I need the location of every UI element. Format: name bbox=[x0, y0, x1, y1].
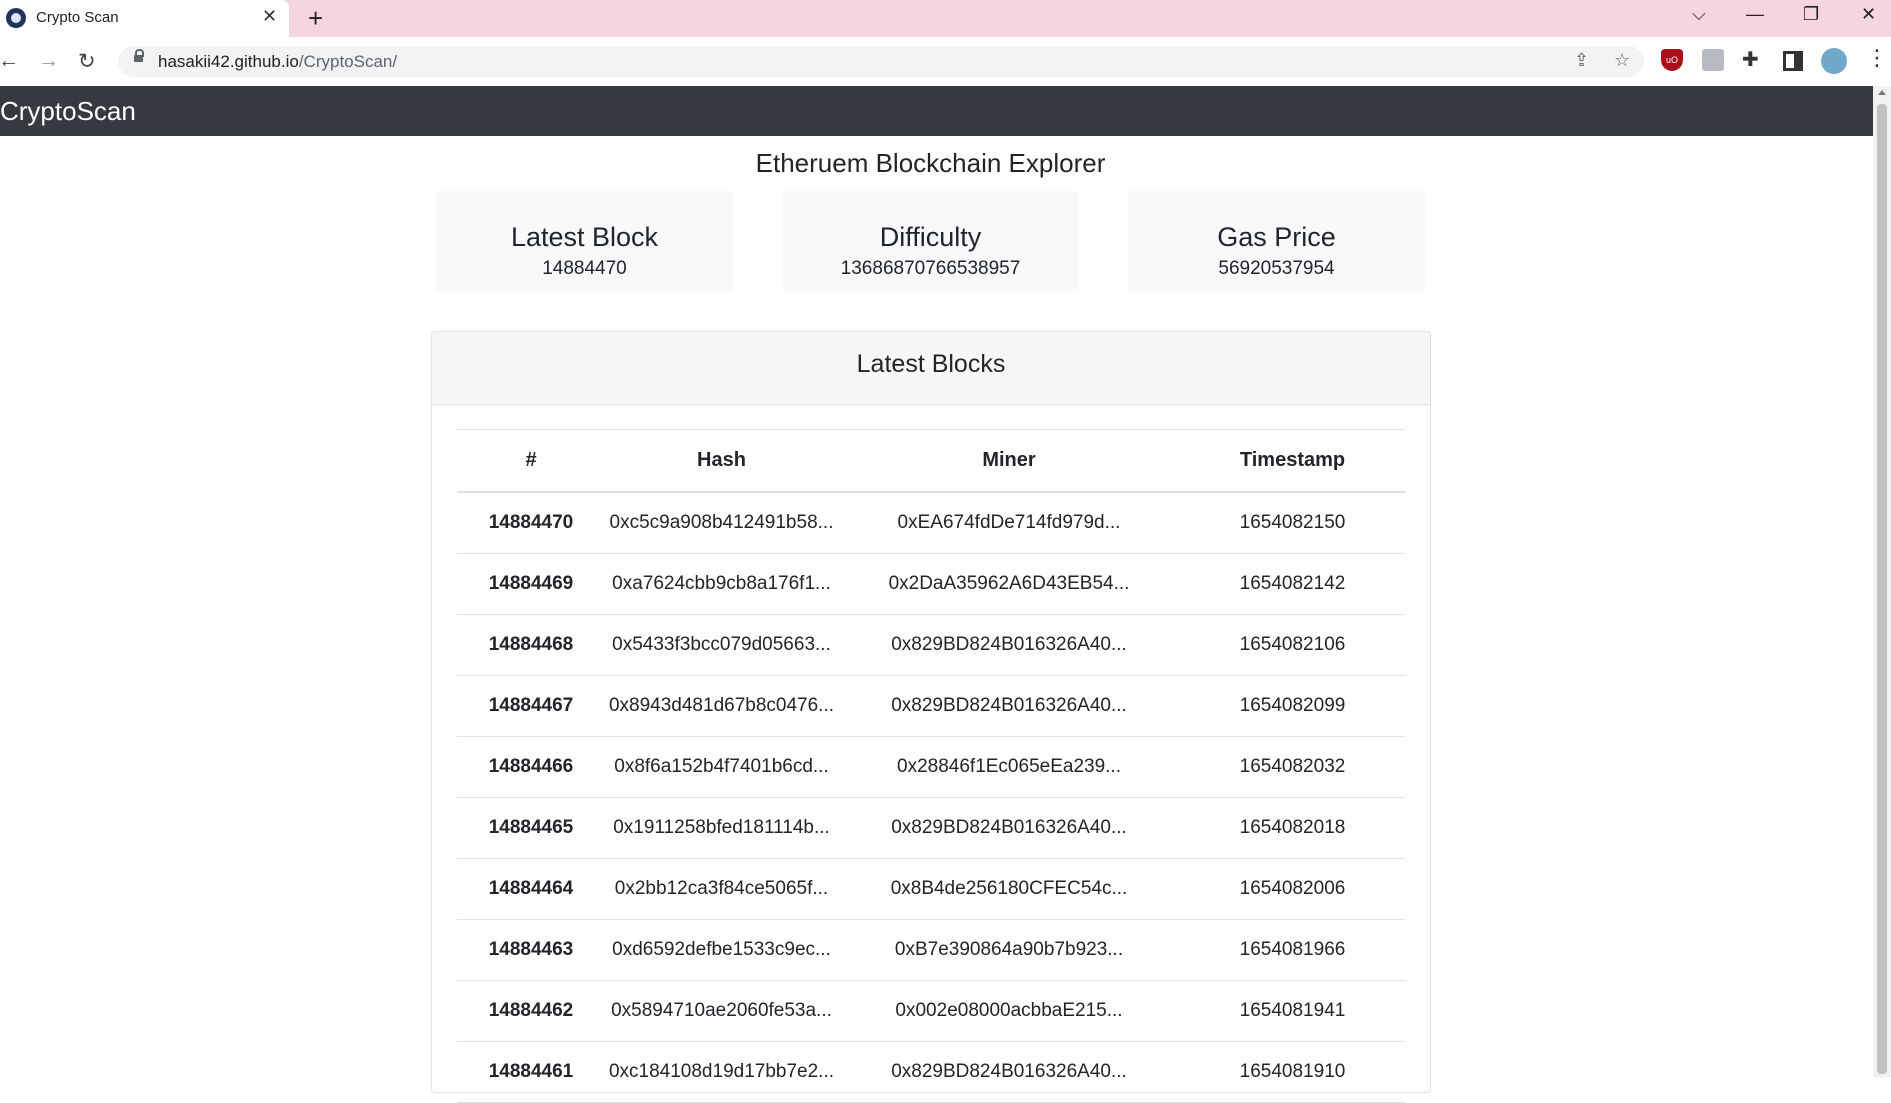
block-timestamp: 1654081910 bbox=[1180, 1041, 1405, 1103]
stat-difficulty: Difficulty 13686870766538957 bbox=[782, 191, 1079, 291]
table-row: 14884468 0x5433f3bcc079d05663... 0x829BD… bbox=[457, 614, 1405, 676]
latest-blocks-card: Latest Blocks # Hash Miner Timestamp 148… bbox=[431, 331, 1431, 1103]
block-timestamp: 1654082150 bbox=[1180, 492, 1405, 554]
stat-value: 13686870766538957 bbox=[840, 258, 1021, 279]
minimize-window-button[interactable]: — bbox=[1746, 4, 1764, 25]
close-window-button[interactable]: ✕ bbox=[1861, 4, 1876, 25]
block-timestamp: 1654081941 bbox=[1180, 980, 1405, 1042]
block-timestamp: 1654082032 bbox=[1180, 736, 1405, 798]
block-hash: 0xc184108d19d17bb7e2... bbox=[605, 1041, 838, 1103]
brand-logo-link[interactable]: CryptoScan bbox=[0, 96, 136, 127]
block-hash: 0x2bb12ca3f84ce5065f... bbox=[605, 858, 838, 920]
table-row: 14884467 0x8943d481d67b8c0476... 0x829BD… bbox=[457, 675, 1405, 737]
block-number: 14884469 bbox=[457, 553, 605, 615]
block-number: 14884468 bbox=[457, 614, 605, 676]
ublock-extension-icon[interactable]: uO bbox=[1661, 49, 1683, 71]
block-hash: 0x1911258bfed181114b... bbox=[605, 797, 838, 859]
browser-toolbar: ← → ↻ hasakii42.github.io/CryptoScan/ ⇪ … bbox=[0, 37, 1891, 86]
block-hash: 0xa7624cbb9cb8a176f1... bbox=[605, 553, 838, 615]
browser-tab-strip: Crypto Scan ✕ + ⌵ — ❐ ✕ bbox=[0, 0, 1891, 37]
block-miner: 0xEA674fdDe714fd979d... bbox=[838, 492, 1180, 554]
table-row: 14884470 0xc5c9a908b412491b58... 0xEA674… bbox=[457, 492, 1405, 554]
site-navbar: CryptoScan bbox=[0, 86, 1873, 136]
column-header-miner: Miner bbox=[838, 429, 1180, 493]
table-header-row: # Hash Miner Timestamp bbox=[457, 429, 1405, 493]
forward-arrow-icon[interactable]: → bbox=[38, 49, 59, 73]
block-number: 14884467 bbox=[457, 675, 605, 737]
scrollbar-thumb[interactable] bbox=[1877, 104, 1887, 1074]
reload-icon[interactable]: ↻ bbox=[78, 49, 96, 74]
block-hash: 0x5433f3bcc079d05663... bbox=[605, 614, 838, 676]
block-timestamp: 1654081966 bbox=[1180, 919, 1405, 981]
bookmark-star-icon[interactable]: ☆ bbox=[1614, 50, 1630, 71]
restore-window-button[interactable]: ❐ bbox=[1803, 4, 1819, 25]
table-row: 14884461 0xc184108d19d17bb7e2... 0x829BD… bbox=[457, 1041, 1405, 1103]
block-miner: 0x002e08000acbbaE215... bbox=[838, 980, 1180, 1042]
stat-label: Difficulty bbox=[879, 222, 982, 252]
table-row: 14884469 0xa7624cbb9cb8a176f1... 0x2DaA3… bbox=[457, 553, 1405, 615]
stat-value: 56920537954 bbox=[1218, 258, 1335, 279]
block-hash: 0xc5c9a908b412491b58... bbox=[605, 492, 838, 554]
share-icon[interactable]: ⇪ bbox=[1574, 50, 1589, 71]
side-panel-icon[interactable] bbox=[1783, 51, 1803, 71]
address-url[interactable]: hasakii42.github.io/CryptoScan/ bbox=[158, 52, 397, 72]
stat-value: 14884470 bbox=[542, 258, 627, 279]
table-row: 14884466 0x8f6a152b4f7401b6cd... 0x28846… bbox=[457, 736, 1405, 798]
block-miner: 0x28846f1Ec065eEa239... bbox=[838, 736, 1180, 798]
block-timestamp: 1654082142 bbox=[1180, 553, 1405, 615]
stat-latest-block: Latest Block 14884470 bbox=[436, 191, 733, 291]
block-number: 14884461 bbox=[457, 1041, 605, 1103]
address-bar[interactable]: hasakii42.github.io/CryptoScan/ ⇪ ☆ bbox=[118, 46, 1644, 77]
block-timestamp: 1654082106 bbox=[1180, 614, 1405, 676]
column-header-hash: Hash bbox=[605, 429, 838, 493]
page-scrollbar[interactable] bbox=[1873, 86, 1891, 1077]
scroll-up-arrow-icon[interactable] bbox=[1878, 90, 1886, 95]
browser-tab[interactable]: Crypto Scan ✕ bbox=[0, 0, 289, 37]
block-hash: 0x8943d481d67b8c0476... bbox=[605, 675, 838, 737]
block-number: 14884466 bbox=[457, 736, 605, 798]
block-number: 14884464 bbox=[457, 858, 605, 920]
lock-icon[interactable] bbox=[134, 49, 144, 62]
new-tab-button[interactable]: + bbox=[308, 3, 323, 34]
block-miner: 0x829BD824B016326A40... bbox=[838, 1041, 1180, 1103]
stat-label: Latest Block bbox=[510, 222, 659, 252]
table-row: 14884463 0xd6592defbe1533c9ec... 0xB7e39… bbox=[457, 919, 1405, 981]
block-miner: 0x829BD824B016326A40... bbox=[838, 675, 1180, 737]
block-hash: 0x8f6a152b4f7401b6cd... bbox=[605, 736, 838, 798]
column-header-number: # bbox=[457, 429, 605, 493]
block-number: 14884470 bbox=[457, 492, 605, 554]
block-miner: 0x829BD824B016326A40... bbox=[838, 614, 1180, 676]
stat-gas-price: Gas Price 56920537954 bbox=[1128, 191, 1425, 291]
block-hash: 0xd6592defbe1533c9ec... bbox=[605, 919, 838, 981]
block-number: 14884463 bbox=[457, 919, 605, 981]
block-miner: 0x2DaA35962A6D43EB54... bbox=[838, 553, 1180, 615]
block-miner: 0x829BD824B016326A40... bbox=[838, 797, 1180, 859]
stat-label: Gas Price bbox=[1217, 222, 1336, 252]
tab-search-chevron-icon[interactable]: ⌵ bbox=[1692, 4, 1706, 25]
site-favicon-icon bbox=[6, 8, 26, 28]
block-timestamp: 1654082006 bbox=[1180, 858, 1405, 920]
back-arrow-icon[interactable]: ← bbox=[0, 49, 19, 73]
block-miner: 0x8B4de256180CFEC54c... bbox=[838, 858, 1180, 920]
card-title: Latest Blocks bbox=[856, 350, 1006, 378]
table-row: 14884464 0x2bb12ca3f84ce5065f... 0x8B4de… bbox=[457, 858, 1405, 920]
card-header: Latest Blocks bbox=[432, 332, 1430, 405]
block-timestamp: 1654082099 bbox=[1180, 675, 1405, 737]
extension-photo-icon[interactable] bbox=[1702, 49, 1724, 71]
page-title: Etheruem Blockchain Explorer bbox=[755, 148, 1106, 178]
blocks-table: # Hash Miner Timestamp 14884470 0xc5c9a9… bbox=[457, 429, 1405, 1103]
profile-avatar[interactable] bbox=[1821, 48, 1847, 74]
block-hash: 0x5894710ae2060fe53a... bbox=[605, 980, 838, 1042]
column-header-timestamp: Timestamp bbox=[1180, 429, 1405, 493]
block-number: 14884462 bbox=[457, 980, 605, 1042]
block-miner: 0xB7e390864a90b7b923... bbox=[838, 919, 1180, 981]
close-tab-icon[interactable]: ✕ bbox=[262, 6, 277, 27]
extensions-puzzle-icon[interactable]: ✚ bbox=[1742, 47, 1764, 71]
table-row: 14884462 0x5894710ae2060fe53a... 0x002e0… bbox=[457, 980, 1405, 1042]
browser-menu-icon[interactable]: ⋮ bbox=[1866, 45, 1888, 71]
tab-title: Crypto Scan bbox=[36, 9, 119, 26]
table-row: 14884465 0x1911258bfed181114b... 0x829BD… bbox=[457, 797, 1405, 859]
block-timestamp: 1654082018 bbox=[1180, 797, 1405, 859]
block-number: 14884465 bbox=[457, 797, 605, 859]
